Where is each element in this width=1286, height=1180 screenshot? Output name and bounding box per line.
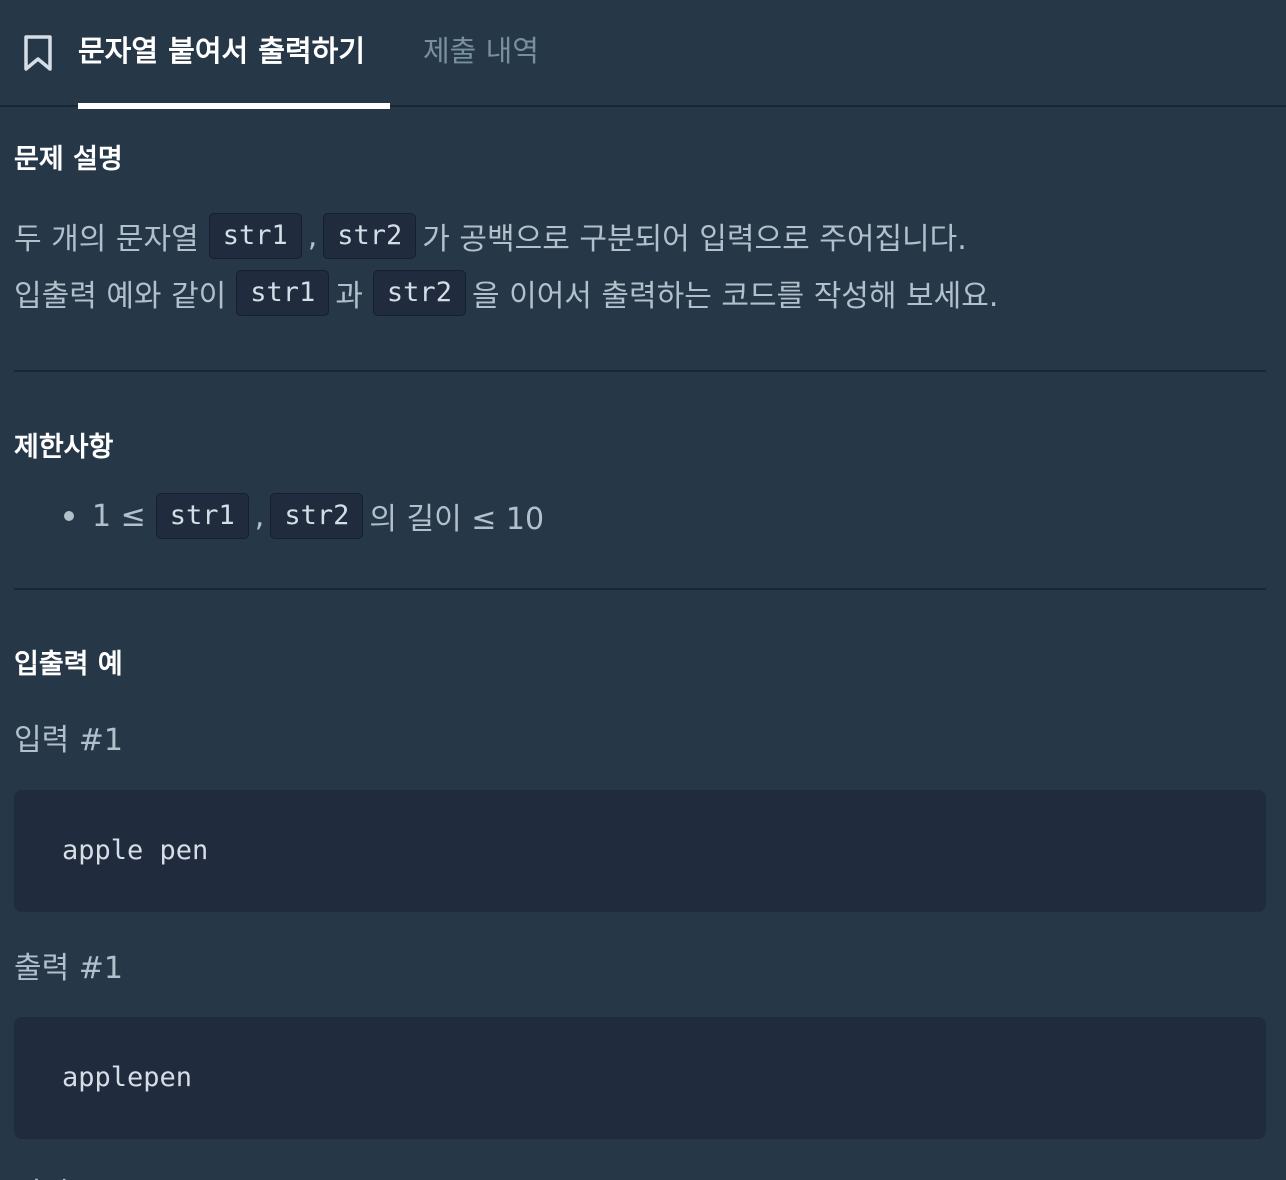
text: 의 길이 ≤ 10 [369,502,545,537]
bullet-icon [64,511,74,521]
tab-bar: 문자열 붙여서 출력하기 제출 내역 [0,0,1286,109]
inline-code: str2 [372,270,466,316]
constraint-item: 1 ≤ str1 , str2 의 길이 ≤ 10 [64,493,544,539]
text: , [254,498,265,534]
inline-code: str2 [270,493,364,539]
output-1-label: 출력 #1 [14,951,123,986]
constraints-title: 제한사항 [14,432,114,463]
inline-code: str1 [155,493,249,539]
input-1-codeblock: apple pen [14,790,1266,912]
inline-code: str2 [323,213,417,259]
description-title: 문제 설명 [14,144,123,175]
text: 두 개의 문자열 [14,222,199,257]
text: 을 이어서 출력하는 코드를 작성해 보세요. [471,279,999,314]
section-divider [14,370,1266,372]
examples-title: 입출력 예 [14,649,123,680]
text: , [307,218,318,254]
bookmark-icon[interactable] [22,34,54,72]
section-divider [14,588,1266,590]
text: 과 [335,279,363,314]
text: 입출력 예와 같이 [14,279,227,314]
output-1-codeblock: applepen [14,1017,1266,1139]
description-line-1: 두 개의 문자열 str1 , str2 가 공백으로 구분되어 입력으로 주어… [14,213,967,259]
input-1-label: 입력 #1 [14,723,123,758]
description-line-2: 입출력 예와 같이 str1 과 str2 을 이어서 출력하는 코드를 작성해… [14,270,998,316]
text: 1 ≤ [92,498,146,534]
problem-page: 문자열 붙여서 출력하기 제출 내역 문제 설명 두 개의 문자열 str1 ,… [0,0,1286,1180]
input-2-label: 입력 #2 [14,1169,123,1180]
tab-submissions[interactable]: 제출 내역 [423,28,539,107]
tab-problem[interactable]: 문자열 붙여서 출력하기 [78,28,390,109]
text: 가 공백으로 구분되어 입력으로 주어집니다. [422,222,967,257]
inline-code: str1 [236,270,330,316]
inline-code: str1 [208,213,302,259]
